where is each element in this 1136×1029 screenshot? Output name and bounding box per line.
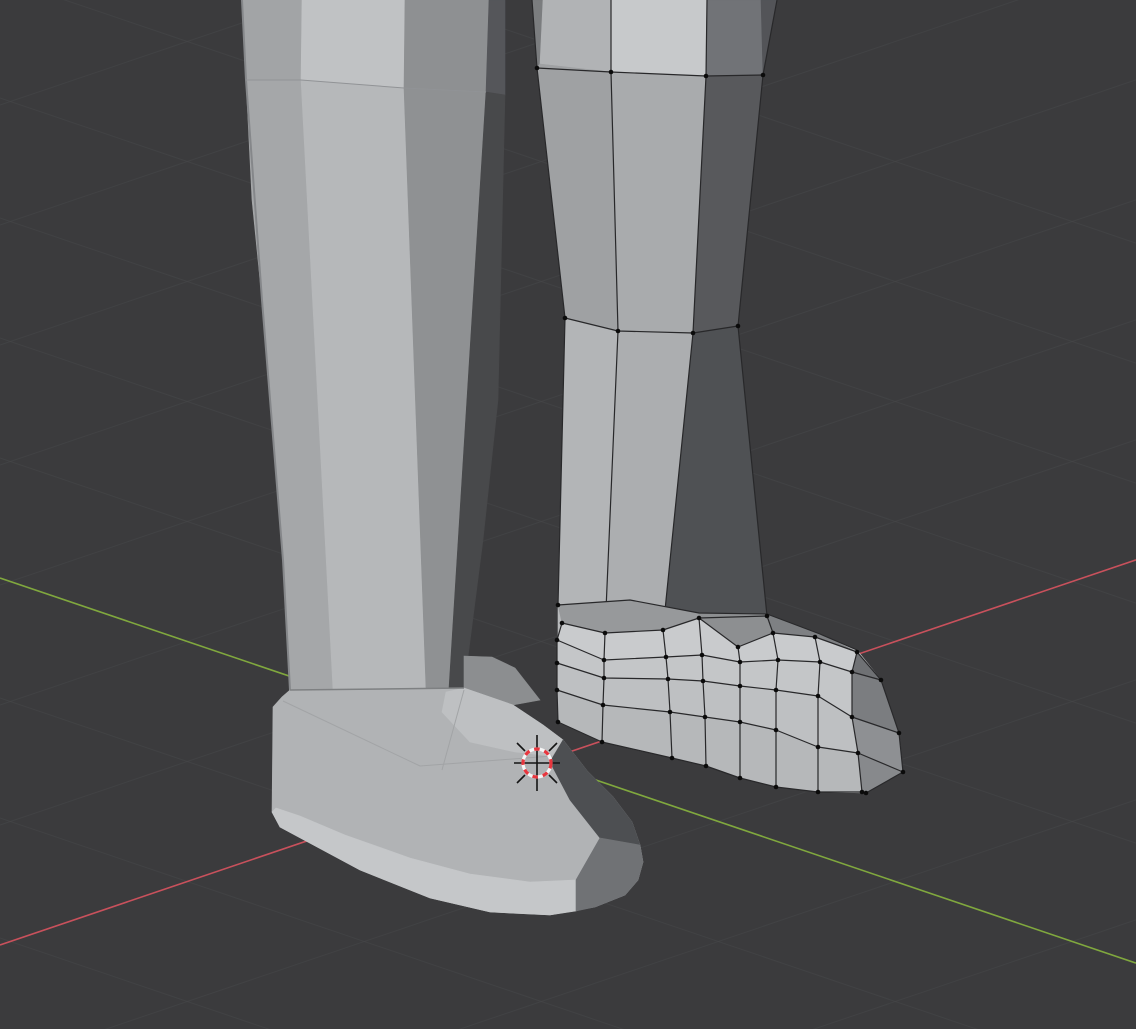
mesh-face[interactable]	[611, 0, 707, 76]
mesh-vertex[interactable]	[856, 751, 861, 756]
mesh-face[interactable]	[404, 0, 489, 92]
mesh-vertex[interactable]	[897, 731, 902, 736]
mesh-vertex[interactable]	[813, 635, 818, 640]
mesh-face[interactable]	[242, 0, 302, 80]
mesh-vertex[interactable]	[704, 764, 709, 769]
mesh-vertex[interactable]	[555, 688, 560, 693]
mesh-vertex[interactable]	[602, 676, 607, 681]
mesh-face[interactable]	[706, 0, 763, 76]
mesh-vertex[interactable]	[818, 660, 823, 665]
mesh-vertex[interactable]	[609, 70, 614, 75]
mesh-vertex[interactable]	[556, 720, 561, 725]
mesh-vertex[interactable]	[661, 628, 666, 633]
mesh-vertex[interactable]	[670, 756, 675, 761]
mesh-vertex[interactable]	[776, 658, 781, 663]
mesh-vertex[interactable]	[771, 631, 776, 636]
mesh-face[interactable]	[486, 0, 505, 95]
mesh-vertex[interactable]	[602, 658, 607, 663]
mesh-vertex[interactable]	[738, 660, 743, 665]
mesh-vertex[interactable]	[774, 785, 779, 790]
mesh-vertex[interactable]	[535, 66, 540, 71]
mesh-vertex[interactable]	[691, 331, 696, 336]
blender-3d-viewport[interactable]	[0, 0, 1136, 1029]
mesh-vertex[interactable]	[816, 790, 821, 795]
mesh-vertex[interactable]	[765, 614, 770, 619]
mesh-vertex[interactable]	[668, 710, 673, 715]
mesh-vertex[interactable]	[736, 324, 741, 329]
mesh-vertex[interactable]	[816, 694, 821, 699]
mesh-vertex[interactable]	[855, 650, 860, 655]
mesh-vertex[interactable]	[701, 679, 706, 684]
mesh-vertex[interactable]	[738, 684, 743, 689]
mesh-vertex[interactable]	[774, 688, 779, 693]
mesh-vertex[interactable]	[816, 745, 821, 750]
mesh-vertex[interactable]	[563, 316, 568, 321]
mesh-vertex[interactable]	[738, 776, 743, 781]
mesh-vertex[interactable]	[761, 73, 766, 78]
mesh-vertex[interactable]	[600, 740, 605, 745]
mesh-vertex[interactable]	[850, 715, 855, 720]
mesh-face[interactable]	[301, 0, 405, 88]
mesh-vertex[interactable]	[850, 670, 855, 675]
mesh-vertex[interactable]	[736, 645, 741, 650]
mesh-vertex[interactable]	[601, 703, 606, 708]
mesh-vertex[interactable]	[555, 661, 560, 666]
mesh-vertex[interactable]	[666, 677, 671, 682]
mesh-vertex[interactable]	[664, 655, 669, 660]
mesh-vertex[interactable]	[704, 74, 709, 79]
mesh-vertex[interactable]	[560, 621, 565, 626]
mesh-vertex[interactable]	[864, 791, 869, 796]
mesh-vertex[interactable]	[555, 638, 560, 643]
mesh-vertex[interactable]	[901, 770, 906, 775]
mesh-vertex[interactable]	[774, 728, 779, 733]
mesh-vertex[interactable]	[603, 631, 608, 636]
mesh-vertex[interactable]	[879, 678, 884, 683]
mesh-vertex[interactable]	[738, 720, 743, 725]
viewport-canvas[interactable]	[0, 0, 1136, 1029]
mesh-face[interactable]	[540, 0, 611, 72]
mesh-vertex[interactable]	[556, 603, 561, 608]
mesh-vertex[interactable]	[616, 329, 621, 334]
mesh-vertex[interactable]	[703, 715, 708, 720]
mesh-vertex[interactable]	[700, 653, 705, 658]
mesh-vertex[interactable]	[860, 790, 865, 795]
mesh-vertex[interactable]	[697, 616, 702, 621]
mesh-face[interactable]	[611, 72, 706, 333]
